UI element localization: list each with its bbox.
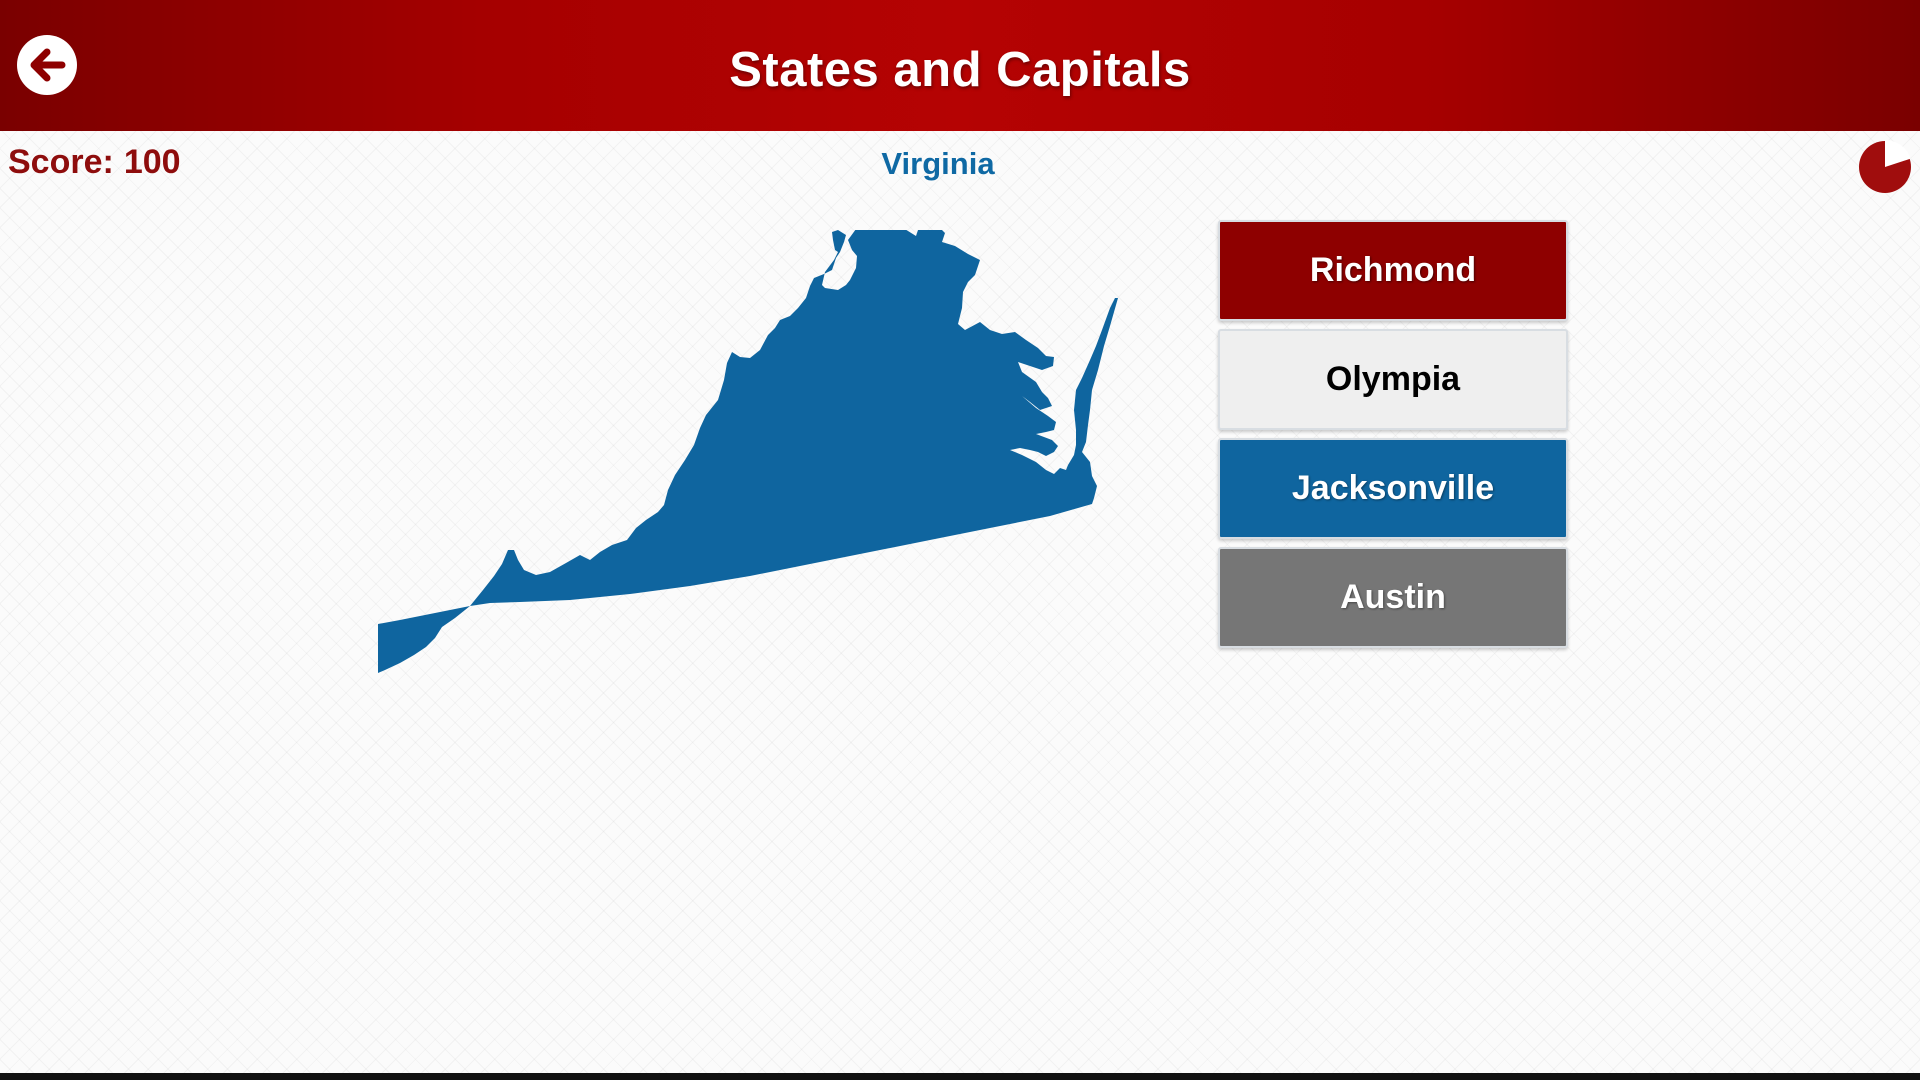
state-map-virginia <box>378 230 1118 673</box>
state-name: Virginia <box>881 146 995 181</box>
answer-button-olympia[interactable]: Olympia <box>1218 329 1568 430</box>
page-title: States and Capitals <box>729 43 1191 97</box>
answer-button-jacksonville[interactable]: Jacksonville <box>1218 438 1568 539</box>
answer-button-richmond[interactable]: Richmond <box>1218 220 1568 321</box>
state-shape <box>378 230 1118 673</box>
answer-button-austin[interactable]: Austin <box>1218 547 1568 648</box>
bottom-edge-bar <box>0 1073 1920 1080</box>
timer-pie-icon <box>1859 140 1911 193</box>
app-header: States and Capitals <box>0 0 1920 131</box>
